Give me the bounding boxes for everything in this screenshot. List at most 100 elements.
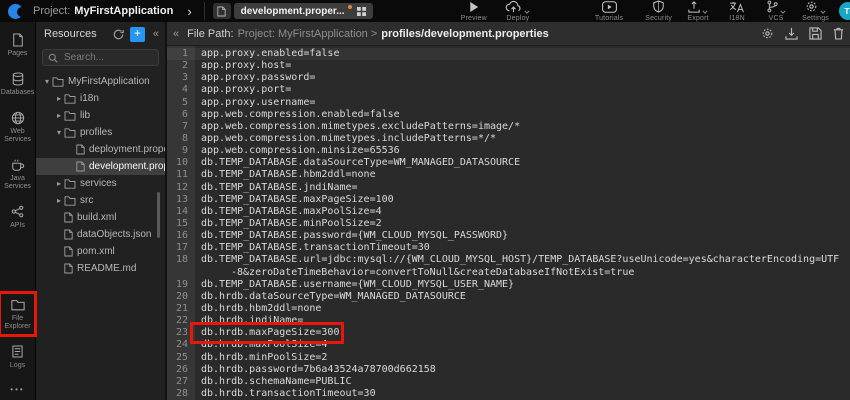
code-text[interactable]: db.hrdb.jndiName= — [195, 315, 303, 327]
topbar-action-deploy[interactable]: Deploy — [505, 1, 531, 22]
code-line[interactable]: 27db.hrdb.schemaName=PUBLIC — [167, 376, 850, 388]
user-avatar[interactable]: TI — [839, 2, 850, 20]
sidebar-item-web-services[interactable]: Web Services — [2, 108, 33, 146]
tree-item-readme-md[interactable]: README.md — [36, 260, 165, 277]
sidebar-overflow-dots[interactable]: ••• — [10, 385, 24, 394]
code-text[interactable]: db.TEMP_DATABASE.url=jdbc:mysql://{WM_CL… — [195, 254, 839, 266]
tree-item-services[interactable]: ▸services — [36, 175, 165, 192]
code-text[interactable]: db.hrdb.schemaName=PUBLIC — [195, 376, 352, 388]
code-line[interactable]: 14db.TEMP_DATABASE.maxPoolSize=4 — [167, 206, 850, 218]
code-line-wrap[interactable]: -8&zeroDateTimeBehavior=convertToNull&cr… — [167, 267, 850, 279]
code-line[interactable]: 19db.TEMP_DATABASE.username={WM_CLOUD_MY… — [167, 279, 850, 291]
code-editor[interactable]: 1app.proxy.enabled=false2app.proxy.host=… — [167, 46, 850, 400]
code-text[interactable]: app.proxy.host= — [195, 60, 291, 72]
topbar-action-vcs[interactable]: VCS — [763, 1, 789, 22]
code-text[interactable]: db.TEMP_DATABASE.dataSourceType=WM_MANAG… — [195, 157, 520, 169]
search-input[interactable] — [62, 51, 153, 64]
code-line[interactable]: 12db.TEMP_DATABASE.jndiName= — [167, 182, 850, 194]
code-line[interactable]: 5app.proxy.username= — [167, 97, 850, 109]
code-text[interactable]: db.TEMP_DATABASE.maxPoolSize=4 — [195, 206, 382, 218]
code-text[interactable]: db.hrdb.hbm2ddl=none — [195, 303, 321, 315]
topbar-action-preview[interactable]: Preview — [461, 1, 487, 22]
code-line[interactable]: 25db.hrdb.minPoolSize=2 — [167, 352, 850, 364]
code-line[interactable]: 4app.proxy.port= — [167, 84, 850, 96]
code-text[interactable]: app.web.compression.enabled=false — [195, 109, 400, 121]
code-text[interactable]: -8&zeroDateTimeBehavior=convertToNull&cr… — [195, 267, 634, 279]
download-icon[interactable] — [785, 27, 798, 40]
sidebar-item-logs[interactable]: Logs — [2, 342, 33, 372]
code-line[interactable]: 8app.web.compression.mimetypes.includePa… — [167, 133, 850, 145]
tree-item-src[interactable]: ▸src — [36, 192, 165, 209]
topbar-action-security[interactable]: Security — [645, 1, 672, 22]
code-text[interactable]: db.TEMP_DATABASE.password={WM_CLOUD_MYSQ… — [195, 230, 508, 242]
code-text[interactable]: db.hrdb.minPoolSize=2 — [195, 352, 327, 364]
code-line[interactable]: 22db.hrdb.jndiName= — [167, 315, 850, 327]
tab-development-properties[interactable]: development.proper... — [234, 3, 373, 19]
code-text[interactable]: app.proxy.password= — [195, 72, 315, 84]
code-line[interactable]: 20db.hrdb.dataSourceType=WM_MANAGED_DATA… — [167, 291, 850, 303]
tree-expand-arrow-icon[interactable]: ▸ — [54, 94, 64, 103]
code-line[interactable]: 26db.hrdb.password=7b6a43524a78700d66215… — [167, 364, 850, 376]
code-line[interactable]: 16db.TEMP_DATABASE.password={WM_CLOUD_MY… — [167, 230, 850, 242]
code-text[interactable]: app.proxy.enabled=false — [195, 48, 339, 60]
sidebar-item-pages[interactable]: Pages — [2, 30, 33, 60]
code-line[interactable]: 18db.TEMP_DATABASE.url=jdbc:mysql://{WM_… — [167, 254, 850, 266]
delete-icon[interactable] — [833, 27, 844, 40]
sidebar-item-databases[interactable]: Databases — [2, 69, 33, 99]
code-text[interactable]: db.TEMP_DATABASE.hbm2ddl=none — [195, 169, 376, 181]
tree-collapse-arrow-icon[interactable]: ▾ — [42, 77, 52, 86]
highlighted-code-text[interactable]: db.hrdb.maxPageSize=300 — [195, 327, 339, 339]
tree-collapse-arrow-icon[interactable]: ▾ — [54, 128, 64, 137]
code-line[interactable]: 28db.hrdb.transactionTimeout=30 — [167, 388, 850, 400]
code-text[interactable]: db.TEMP_DATABASE.transactionTimeout=30 — [195, 242, 430, 254]
code-line[interactable]: 24db.hrdb.maxPoolSize=4 — [167, 339, 850, 351]
code-line[interactable]: 11db.TEMP_DATABASE.hbm2ddl=none — [167, 169, 850, 181]
collapse-panel-icon[interactable]: « — [151, 28, 161, 40]
code-text[interactable]: app.web.compression.mimetypes.includePat… — [195, 133, 496, 145]
grid-icon[interactable] — [357, 7, 366, 16]
code-line[interactable]: 7app.web.compression.mimetypes.excludePa… — [167, 121, 850, 133]
add-resource-button[interactable]: + — [130, 27, 145, 42]
topbar-action-tutorials[interactable]: Tutorials — [595, 1, 623, 22]
tab-file-icon[interactable] — [213, 3, 231, 19]
code-line[interactable]: 13db.TEMP_DATABASE.maxPageSize=100 — [167, 194, 850, 206]
code-text[interactable]: db.hrdb.maxPoolSize=4 — [195, 339, 327, 351]
code-line[interactable]: 2app.proxy.host= — [167, 60, 850, 72]
topbar-action-i18n[interactable]: I18N — [724, 1, 750, 22]
topbar-action-settings[interactable]: Settings — [802, 1, 829, 22]
code-line[interactable]: 15db.TEMP_DATABASE.minPoolSize=2 — [167, 218, 850, 230]
tree-item-profiles[interactable]: ▾profiles — [36, 124, 165, 141]
code-line[interactable]: 10db.TEMP_DATABASE.dataSourceType=WM_MAN… — [167, 157, 850, 169]
tree-item-dataobjects-json[interactable]: dataObjects.json — [36, 226, 165, 243]
code-line[interactable]: 9app.web.compression.minsize=65536 — [167, 145, 850, 157]
code-text[interactable]: db.TEMP_DATABASE.jndiName= — [195, 182, 358, 194]
tree-item-myfirstapplication[interactable]: ▾MyFirstApplication — [36, 73, 165, 90]
code-text[interactable]: db.hrdb.dataSourceType=WM_MANAGED_DATASO… — [195, 291, 466, 303]
code-text[interactable]: app.proxy.port= — [195, 84, 291, 96]
code-text[interactable]: app.web.compression.minsize=65536 — [195, 145, 400, 157]
tree-item-lib[interactable]: ▸lib — [36, 107, 165, 124]
tree-item-deployment-properties[interactable]: deployment.properties — [36, 141, 165, 158]
topbar-action-export[interactable]: Export — [685, 1, 711, 22]
resources-scrollbar[interactable] — [157, 192, 160, 238]
code-line[interactable]: 1app.proxy.enabled=false — [167, 48, 850, 60]
collapse-tree-icon[interactable]: « — [173, 28, 179, 40]
file-settings-gear-icon[interactable] — [761, 27, 774, 40]
refresh-icon[interactable] — [113, 29, 124, 40]
tree-item-pom-xml[interactable]: pom.xml — [36, 243, 165, 260]
code-text[interactable]: db.hrdb.transactionTimeout=30 — [195, 388, 376, 400]
tree-item-development-properties[interactable]: development.properties — [36, 158, 165, 175]
sidebar-item-apis[interactable]: APIs — [2, 202, 33, 232]
code-text[interactable]: app.proxy.username= — [195, 97, 315, 109]
tree-item-build-xml[interactable]: build.xml — [36, 209, 165, 226]
code-line[interactable]: 17db.TEMP_DATABASE.transactionTimeout=30 — [167, 242, 850, 254]
code-text[interactable]: db.hrdb.password=7b6a43524a78700d662158 — [195, 364, 436, 376]
tree-expand-arrow-icon[interactable]: ▸ — [54, 111, 64, 120]
save-icon[interactable] — [809, 27, 822, 40]
code-line[interactable]: 3app.proxy.password= — [167, 72, 850, 84]
tree-item-i18n[interactable]: ▸i18n — [36, 90, 165, 107]
sidebar-item-file-explorer[interactable]: File Explorer — [2, 295, 33, 333]
code-text[interactable]: app.web.compression.mimetypes.excludePat… — [195, 121, 520, 133]
tree-expand-arrow-icon[interactable]: ▸ — [54, 179, 64, 188]
code-line[interactable]: 6app.web.compression.enabled=false — [167, 109, 850, 121]
